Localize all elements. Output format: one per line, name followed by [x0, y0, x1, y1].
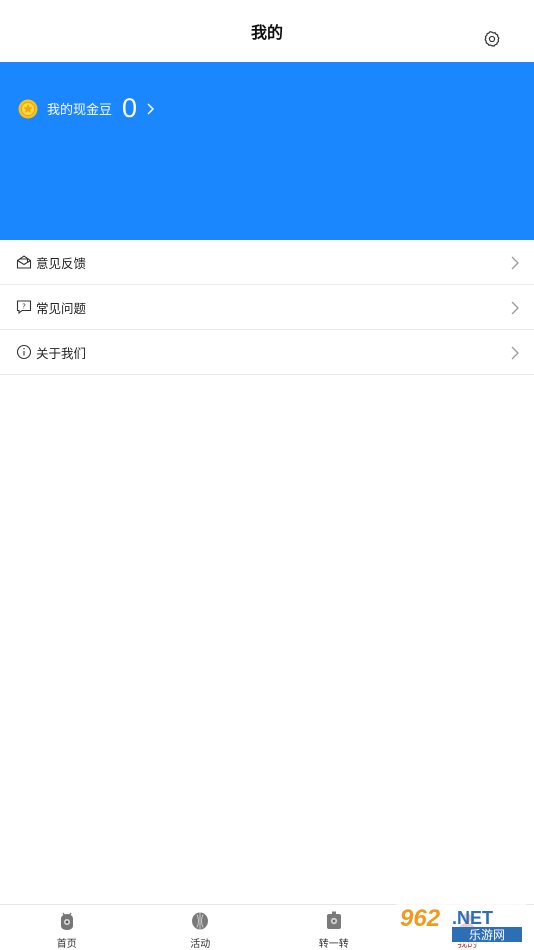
profile-page: 我的 我的现金豆 0 意见反馈 ? 常见问题 关于我们 首页 活动 转一转 我的… — [0, 0, 534, 950]
chevron-right-icon — [511, 256, 519, 270]
svg-text:.NET: .NET — [452, 908, 493, 928]
home-icon — [60, 912, 73, 930]
menu-item-label: 意见反馈 — [36, 255, 87, 271]
activity-icon — [192, 912, 209, 930]
chevron-right-icon — [511, 346, 519, 360]
chevron-right-icon — [511, 301, 519, 315]
tab-label: 转一转 — [318, 939, 349, 950]
svg-text:962: 962 — [400, 905, 441, 932]
svg-text:乐游网: 乐游网 — [469, 928, 505, 942]
tab-home[interactable]: 首页 — [0, 905, 134, 950]
menu-item-label: 关于我们 — [36, 345, 87, 361]
menu-item-faq[interactable]: ? 常见问题 — [0, 285, 534, 330]
tab-label: 首页 — [56, 939, 77, 950]
chevron-right-icon — [147, 102, 155, 115]
profile-banner: 我的现金豆 0 — [0, 62, 534, 240]
menu-item-label: 常见问题 — [36, 300, 87, 316]
tab-activity[interactable]: 活动 — [134, 905, 268, 950]
cash-bean-label: 我的现金豆 — [47, 103, 113, 118]
tab-label: 活动 — [190, 939, 211, 950]
cash-bean-value: 0 — [122, 93, 138, 123]
menu-item-feedback[interactable]: 意见反馈 — [0, 240, 534, 285]
gold-coin-icon — [18, 99, 38, 118]
settings-menu: 意见反馈 ? 常见问题 关于我们 — [0, 240, 534, 375]
feedback-mail-icon — [16, 254, 32, 270]
spin-icon — [326, 911, 341, 929]
settings-button[interactable] — [482, 29, 502, 49]
svg-text:?: ? — [22, 303, 26, 311]
cash-bean-row[interactable]: 我的现金豆 0 — [18, 95, 155, 122]
page-title: 我的 — [250, 23, 283, 42]
info-circle-icon — [16, 344, 32, 360]
gear-icon — [484, 31, 500, 47]
top-header: 我的 — [0, 0, 534, 62]
tab-spin[interactable]: 转一转 — [267, 905, 401, 950]
faq-bubble-icon: ? — [16, 299, 32, 315]
menu-item-about[interactable]: 关于我们 — [0, 330, 534, 375]
watermark-logo: 962 .NET 乐游网 — [394, 904, 528, 944]
